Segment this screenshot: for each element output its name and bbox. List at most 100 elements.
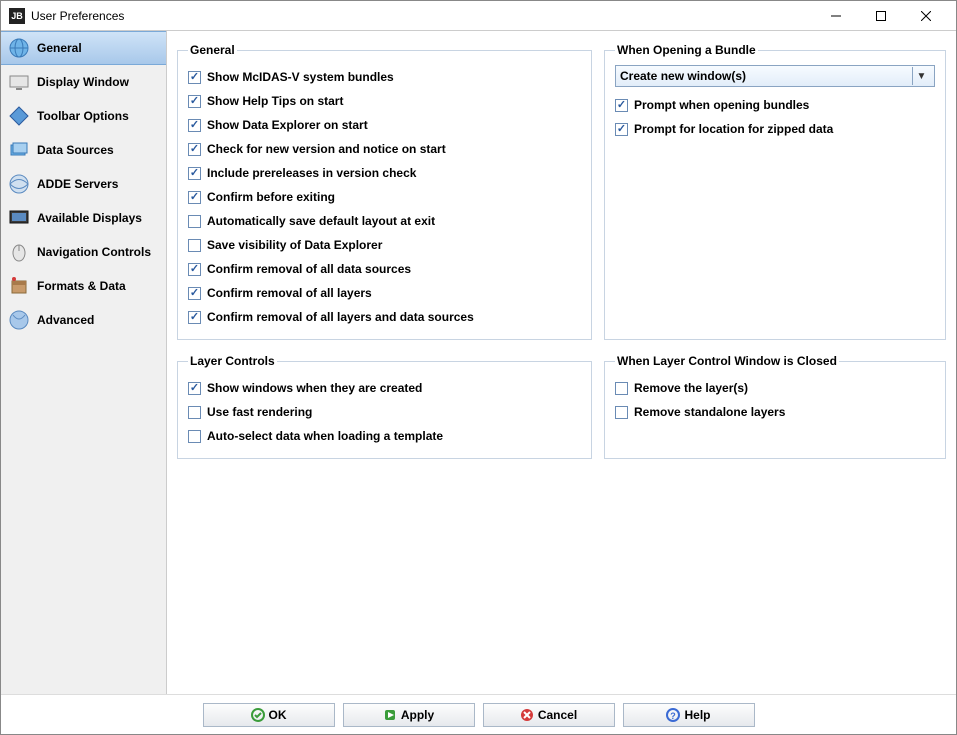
general-option-checkbox[interactable] — [188, 167, 201, 180]
general-option-row: Confirm removal of all data sources — [188, 257, 581, 281]
general-option-label: Confirm removal of all layers — [207, 286, 372, 300]
general-option-row: Show Data Explorer on start — [188, 113, 581, 137]
general-option-label: Confirm before exiting — [207, 190, 335, 204]
general-option-row: Check for new version and notice on star… — [188, 137, 581, 161]
help-button[interactable]: ? Help — [623, 703, 755, 727]
layerclosed-option-checkbox[interactable] — [615, 406, 628, 419]
general-option-label: Confirm removal of all layers and data s… — [207, 310, 474, 324]
general-option-label: Show McIDAS-V system bundles — [207, 70, 394, 84]
general-option-checkbox[interactable] — [188, 263, 201, 276]
minimize-button[interactable] — [813, 2, 858, 30]
globe-net-icon — [7, 172, 31, 196]
cancel-icon — [520, 708, 534, 722]
sidebar-item-navigation-controls[interactable]: Navigation Controls — [1, 235, 166, 269]
sidebar-item-label: Navigation Controls — [37, 245, 151, 259]
window-controls — [813, 2, 948, 30]
sidebar-item-formats-data[interactable]: Formats & Data — [1, 269, 166, 303]
monitor-icon — [7, 70, 31, 94]
layerctrl-option-row: Auto-select data when loading a template — [188, 424, 581, 448]
layerclosed-option-label: Remove the layer(s) — [634, 381, 748, 395]
layer-controls-legend: Layer Controls — [188, 354, 277, 368]
bundle-mode-value: Create new window(s) — [620, 69, 746, 83]
cancel-label: Cancel — [538, 708, 577, 722]
bundle-option-row: Prompt for location for zipped data — [615, 117, 935, 141]
sidebar-item-general[interactable]: General — [1, 31, 166, 65]
general-option-row: Confirm removal of all layers and data s… — [188, 305, 581, 329]
app-icon: JB — [9, 8, 25, 24]
layerctrl-option-checkbox[interactable] — [188, 382, 201, 395]
layerctrl-option-row: Use fast rendering — [188, 400, 581, 424]
ok-button[interactable]: OK — [203, 703, 335, 727]
general-option-checkbox[interactable] — [188, 95, 201, 108]
sidebar-item-label: Display Window — [37, 75, 129, 89]
bundle-mode-dropdown[interactable]: Create new window(s) ▼ — [615, 65, 935, 87]
layer-closed-group: When Layer Control Window is Closed Remo… — [604, 354, 946, 459]
main-panel: General Show McIDAS-V system bundles Show… — [167, 31, 956, 694]
general-option-row: Automatically save default layout at exi… — [188, 209, 581, 233]
globe-alt-icon — [7, 308, 31, 332]
bundle-group: When Opening a Bundle Create new window(… — [604, 43, 946, 340]
sidebar-item-adde-servers[interactable]: ADDE Servers — [1, 167, 166, 201]
general-option-label: Show Data Explorer on start — [207, 118, 368, 132]
apply-button[interactable]: Apply — [343, 703, 475, 727]
sidebar: General Display Window Toolbar Options Data… — [1, 31, 167, 694]
layerctrl-option-checkbox[interactable] — [188, 406, 201, 419]
bundle-option-checkbox[interactable] — [615, 123, 628, 136]
archive-icon — [7, 274, 31, 298]
globe-icon — [7, 36, 31, 60]
layerctrl-option-label: Auto-select data when loading a template — [207, 429, 443, 443]
general-option-row: Include prereleases in version check — [188, 161, 581, 185]
titlebar: JB User Preferences — [1, 1, 956, 31]
general-group: General Show McIDAS-V system bundles Show… — [177, 43, 592, 340]
help-label: Help — [684, 708, 710, 722]
general-option-label: Automatically save default layout at exi… — [207, 214, 435, 228]
layerctrl-option-checkbox[interactable] — [188, 430, 201, 443]
general-legend: General — [188, 43, 237, 57]
sidebar-item-label: Available Displays — [37, 211, 142, 225]
bundle-option-label: Prompt for location for zipped data — [634, 122, 833, 136]
sidebar-item-label: Toolbar Options — [37, 109, 129, 123]
close-icon — [921, 11, 931, 21]
layerclosed-option-checkbox[interactable] — [615, 382, 628, 395]
sidebar-item-advanced[interactable]: Advanced — [1, 303, 166, 337]
layers-icon — [7, 138, 31, 162]
close-button[interactable] — [903, 2, 948, 30]
sidebar-item-label: General — [37, 41, 82, 55]
general-option-checkbox[interactable] — [188, 191, 201, 204]
minimize-icon — [831, 11, 841, 21]
general-option-row: Confirm removal of all layers — [188, 281, 581, 305]
sidebar-item-data-sources[interactable]: Data Sources — [1, 133, 166, 167]
bundle-option-checkbox[interactable] — [615, 99, 628, 112]
sidebar-item-label: Formats & Data — [37, 279, 126, 293]
layerctrl-option-row: Show windows when they are created — [188, 376, 581, 400]
sidebar-item-label: Data Sources — [37, 143, 114, 157]
window-title: User Preferences — [31, 9, 813, 23]
apply-label: Apply — [401, 708, 434, 722]
general-option-label: Include prereleases in version check — [207, 166, 416, 180]
general-option-checkbox[interactable] — [188, 311, 201, 324]
ok-label: OK — [269, 708, 287, 722]
layer-controls-group: Layer Controls Show windows when they ar… — [177, 354, 592, 459]
maximize-icon — [876, 11, 886, 21]
general-option-checkbox[interactable] — [188, 143, 201, 156]
general-option-checkbox[interactable] — [188, 239, 201, 252]
general-option-checkbox[interactable] — [188, 71, 201, 84]
general-option-checkbox[interactable] — [188, 119, 201, 132]
button-bar: OK Apply Cancel ? Help — [1, 694, 956, 734]
screen-icon — [7, 206, 31, 230]
cancel-button[interactable]: Cancel — [483, 703, 615, 727]
general-option-row: Confirm before exiting — [188, 185, 581, 209]
maximize-button[interactable] — [858, 2, 903, 30]
sidebar-item-toolbar-options[interactable]: Toolbar Options — [1, 99, 166, 133]
bundle-option-row: Prompt when opening bundles — [615, 93, 935, 117]
sidebar-item-display-window[interactable]: Display Window — [1, 65, 166, 99]
sidebar-item-available-displays[interactable]: Available Displays — [1, 201, 166, 235]
general-option-checkbox[interactable] — [188, 287, 201, 300]
general-option-label: Confirm removal of all data sources — [207, 262, 411, 276]
general-option-label: Save visibility of Data Explorer — [207, 238, 382, 252]
bundle-legend: When Opening a Bundle — [615, 43, 758, 57]
general-option-row: Save visibility of Data Explorer — [188, 233, 581, 257]
layerclosed-option-row: Remove standalone layers — [615, 400, 935, 424]
sidebar-item-label: Advanced — [37, 313, 94, 327]
general-option-checkbox[interactable] — [188, 215, 201, 228]
